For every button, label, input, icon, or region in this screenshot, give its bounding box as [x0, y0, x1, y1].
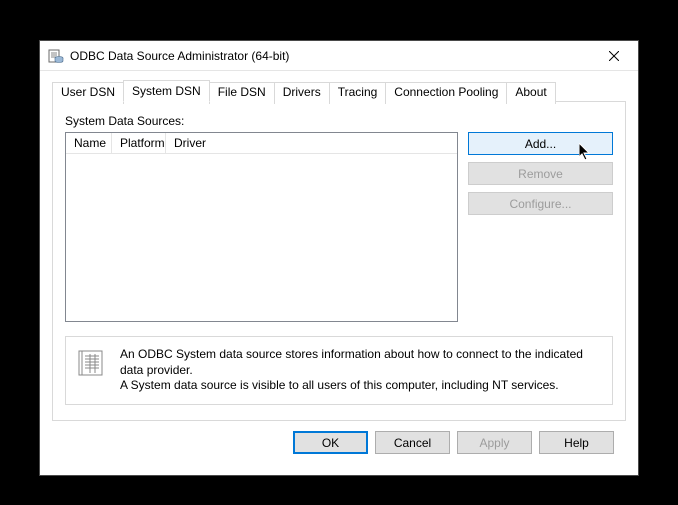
client-area: User DSN System DSN File DSN Drivers Tra… [40, 71, 638, 464]
close-button[interactable] [591, 41, 636, 70]
tab-about[interactable]: About [506, 82, 555, 104]
col-driver[interactable]: Driver [166, 133, 457, 153]
data-sources-list[interactable]: Name Platform Driver [65, 132, 458, 322]
cancel-button[interactable]: Cancel [375, 431, 450, 454]
titlebar: ODBC Data Source Administrator (64-bit) [40, 41, 638, 71]
col-name[interactable]: Name [66, 133, 112, 153]
configure-button: Configure... [468, 192, 613, 215]
info-box: An ODBC System data source stores inform… [65, 336, 613, 405]
help-button[interactable]: Help [539, 431, 614, 454]
window-title: ODBC Data Source Administrator (64-bit) [70, 49, 591, 63]
tab-tracing[interactable]: Tracing [329, 82, 387, 104]
remove-button: Remove [468, 162, 613, 185]
info-text: An ODBC System data source stores inform… [120, 347, 602, 394]
ok-button[interactable]: OK [293, 431, 368, 454]
side-buttons: Add... Remove Configure... [468, 132, 613, 322]
dialog-buttons: OK Cancel Apply Help [52, 421, 626, 454]
section-label: System Data Sources: [65, 114, 613, 128]
tab-system-dsn[interactable]: System DSN [123, 80, 210, 102]
info-icon [76, 347, 108, 379]
odbc-admin-window: ODBC Data Source Administrator (64-bit) … [39, 40, 639, 476]
apply-button: Apply [457, 431, 532, 454]
tab-panel-system-dsn: System Data Sources: Name Platform Drive… [52, 101, 626, 421]
col-platform[interactable]: Platform [112, 133, 166, 153]
tab-file-dsn[interactable]: File DSN [209, 82, 275, 104]
tab-connection-pooling[interactable]: Connection Pooling [385, 82, 507, 104]
list-header: Name Platform Driver [66, 133, 457, 154]
tab-drivers[interactable]: Drivers [274, 82, 330, 104]
app-icon [48, 48, 64, 64]
tab-user-dsn[interactable]: User DSN [52, 82, 124, 104]
info-line-1: An ODBC System data source stores inform… [120, 347, 583, 377]
content-row: Name Platform Driver Add... Remove Confi… [65, 132, 613, 322]
info-line-2: A System data source is visible to all u… [120, 378, 559, 392]
tabstrip: User DSN System DSN File DSN Drivers Tra… [52, 80, 626, 102]
add-button[interactable]: Add... [468, 132, 613, 155]
